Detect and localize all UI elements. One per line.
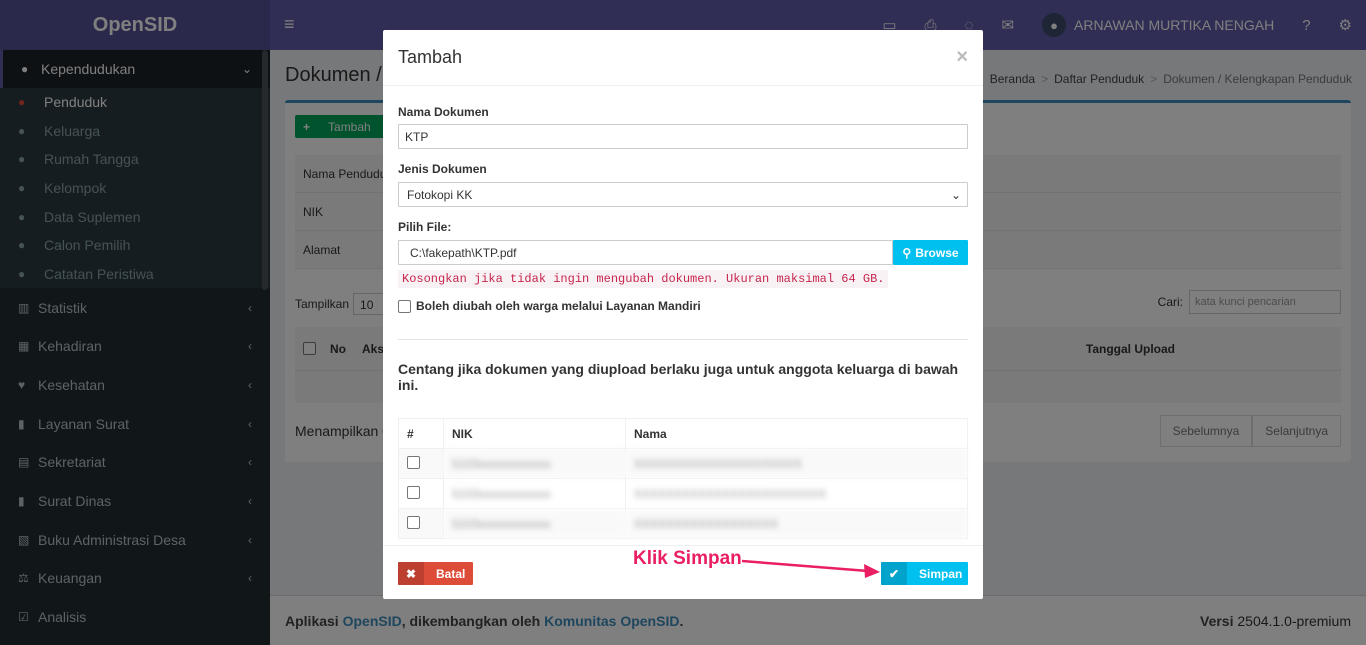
file-hint: Kosongkan jika tidak ingin mengubah doku… — [398, 270, 889, 288]
column-hash: # — [398, 418, 444, 449]
file-path-input[interactable]: C:\fakepath\KTP.pdf — [398, 240, 893, 265]
chevron-down-icon: ⌄ — [950, 187, 961, 202]
add-document-modal: Tambah × Nama Dokumen KTP Jenis Dokumen … — [383, 30, 983, 599]
mandiri-label: Boleh diubah oleh warga melalui Layanan … — [416, 299, 701, 313]
row-checkbox[interactable] — [407, 485, 420, 499]
family-note: Centang jika dokumen yang diupload berla… — [398, 361, 959, 393]
divider — [398, 339, 968, 340]
row-nama: XXXXXXXXXXXXXXXXXXXXX — [625, 448, 968, 479]
save-button[interactable]: ✔ Simpan — [881, 562, 968, 585]
row-checkbox[interactable] — [407, 455, 420, 469]
table-row: 5103xxxxxxxxxxxx XXXXXXXXXXXXXXXXXXXXX — [398, 448, 968, 479]
row-nik: 5103xxxxxxxxxxxx — [443, 448, 626, 479]
row-nama: XXXXXXXXXXXXXXXXXX — [625, 508, 968, 539]
pilih-file-label: Pilih File: — [398, 220, 452, 234]
row-nama: XXXXXXXXXXXXXXXXXXXXXXXX — [625, 478, 968, 509]
column-nik: NIK — [443, 418, 626, 449]
modal-title: Tambah — [398, 47, 463, 67]
close-icon: ✖ — [398, 562, 424, 585]
jenis-dokumen-select[interactable]: Fotokopi KK ⌄ — [398, 182, 968, 207]
browse-button[interactable]: ⚲ Browse — [893, 240, 968, 265]
row-checkbox-cell — [398, 508, 444, 539]
table-row: 5103xxxxxxxxxxxx XXXXXXXXXXXXXXXXXX — [398, 508, 968, 539]
row-checkbox[interactable] — [407, 515, 420, 529]
jenis-dokumen-value: Fotokopi KK — [407, 187, 473, 202]
jenis-dokumen-label: Jenis Dokumen — [398, 162, 487, 176]
cancel-button[interactable]: ✖ Batal — [398, 562, 473, 585]
annotation-arrow — [741, 559, 880, 578]
nama-dokumen-label: Nama Dokumen — [398, 105, 489, 119]
row-checkbox-cell — [398, 448, 444, 479]
browse-label: Browse — [915, 245, 959, 260]
annotation-label: Klik Simpan — [633, 548, 742, 569]
mandiri-option: Boleh diubah oleh warga melalui Layanan … — [398, 299, 701, 313]
search-icon: ⚲ — [902, 245, 912, 260]
family-table: # NIK Nama 5103xxxxxxxxxxxx XXXXXXXXXXXX… — [398, 418, 968, 539]
row-nik: 5103xxxxxxxxxxxx — [443, 478, 626, 509]
mandiri-checkbox[interactable] — [398, 299, 411, 313]
row-nik: 5103xxxxxxxxxxxx — [443, 508, 626, 539]
save-label: Simpan — [919, 566, 963, 581]
table-header: # NIK Nama — [398, 418, 968, 449]
row-checkbox-cell — [398, 478, 444, 509]
nama-dokumen-input[interactable]: KTP — [398, 124, 968, 149]
modal-header: Tambah × — [383, 30, 983, 86]
close-icon[interactable]: × — [956, 46, 968, 69]
column-nama: Nama — [625, 418, 968, 449]
table-row: 5103xxxxxxxxxxxx XXXXXXXXXXXXXXXXXXXXXXX… — [398, 478, 968, 509]
cancel-label: Batal — [436, 566, 466, 581]
